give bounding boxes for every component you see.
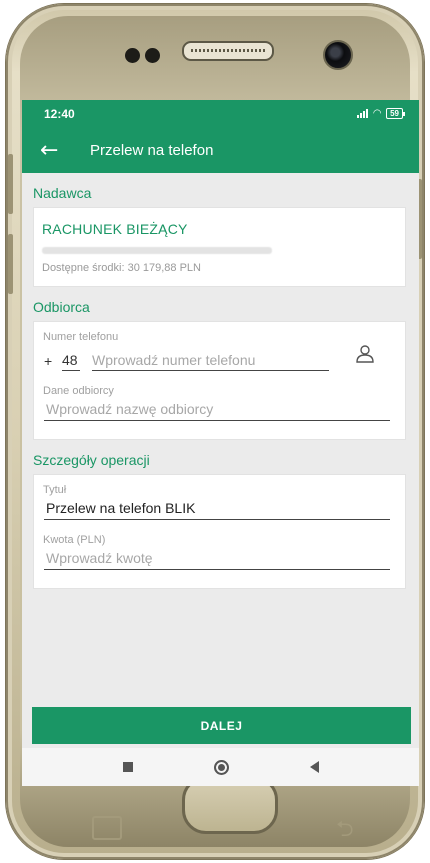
battery-icon: 59 (386, 108, 405, 119)
next-button[interactable]: DALEJ (32, 707, 411, 744)
account-number-blurred (42, 247, 272, 254)
signal-icon (357, 109, 369, 118)
volume-down-button (8, 234, 13, 294)
phone-screen: 12:40 ◠ 59 ← Przelew na telefon Nadawca … (22, 100, 419, 786)
recipient-name-input[interactable] (44, 397, 390, 421)
battery-level: 59 (390, 109, 399, 118)
transfer-title-input[interactable] (44, 496, 390, 520)
app-toolbar: ← Przelew na telefon (22, 127, 419, 173)
title-label: Tytuł (43, 484, 67, 496)
recent-apps-icon[interactable] (122, 762, 133, 772)
status-bar: 12:40 ◠ 59 (22, 100, 419, 127)
status-time: 12:40 (44, 106, 75, 121)
front-camera (323, 40, 353, 70)
amount-input[interactable] (44, 546, 390, 570)
recipient-section-title: Odbiorca (33, 299, 90, 315)
details-section-title: Szczegóły operacji (33, 452, 150, 468)
plus-sign: + (44, 353, 53, 369)
hardware-recent-apps-icon (92, 816, 122, 840)
volume-up-button (8, 154, 13, 214)
country-prefix[interactable]: 48 (62, 352, 80, 371)
earpiece-speaker (182, 41, 274, 61)
contacts-icon[interactable] (355, 344, 375, 369)
back-triangle-icon[interactable] (309, 761, 319, 773)
account-name: RACHUNEK BIEŻĄCY (42, 221, 188, 237)
recipient-card: Numer telefonu + 48 Dane odbiorcy (33, 321, 406, 440)
sender-account-card[interactable]: RACHUNEK BIEŻĄCY Dostępne środki: 30 179… (33, 207, 406, 287)
home-icon[interactable] (213, 759, 229, 775)
sensor-dot (125, 48, 140, 63)
phone-number-row: + 48 (34, 343, 405, 371)
sensor-dot (145, 48, 160, 63)
phone-number-input[interactable] (92, 352, 329, 371)
hardware-back-icon: ⮌ (336, 817, 354, 842)
wifi-icon: ◠ (373, 108, 382, 119)
android-nav-bar (22, 748, 419, 786)
recipient-name-label: Dane odbiorcy (43, 385, 114, 397)
available-funds: Dostępne środki: 30 179,88 PLN (42, 262, 201, 274)
page-title: Przelew na telefon (90, 141, 214, 159)
sender-section-title: Nadawca (33, 185, 92, 201)
details-card: Tytuł Kwota (PLN) (33, 474, 406, 589)
phone-number-label: Numer telefonu (43, 331, 119, 343)
back-arrow-icon[interactable]: ← (40, 138, 76, 163)
status-icons: ◠ 59 (357, 108, 405, 119)
amount-label: Kwota (PLN) (43, 534, 106, 546)
